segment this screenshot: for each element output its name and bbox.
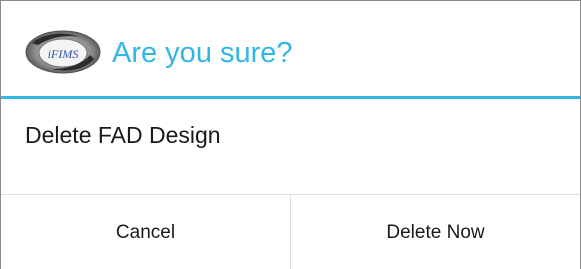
delete-now-button[interactable]: Delete Now [291,195,580,269]
cancel-button[interactable]: Cancel [1,195,290,269]
svg-text:iFIMS: iFIMS [48,47,79,61]
dialog-message-area: Delete FAD Design [1,99,580,195]
confirm-dialog: iFIMS Are you sure? Delete FAD Design Ca… [0,0,581,269]
dialog-button-row: Cancel Delete Now [1,195,580,269]
dialog-title-bar: iFIMS Are you sure? [1,1,580,99]
dialog-title: Are you sure? [112,37,293,69]
ifims-logo-icon: iFIMS [24,29,102,75]
dialog-message: Delete FAD Design [25,122,221,148]
